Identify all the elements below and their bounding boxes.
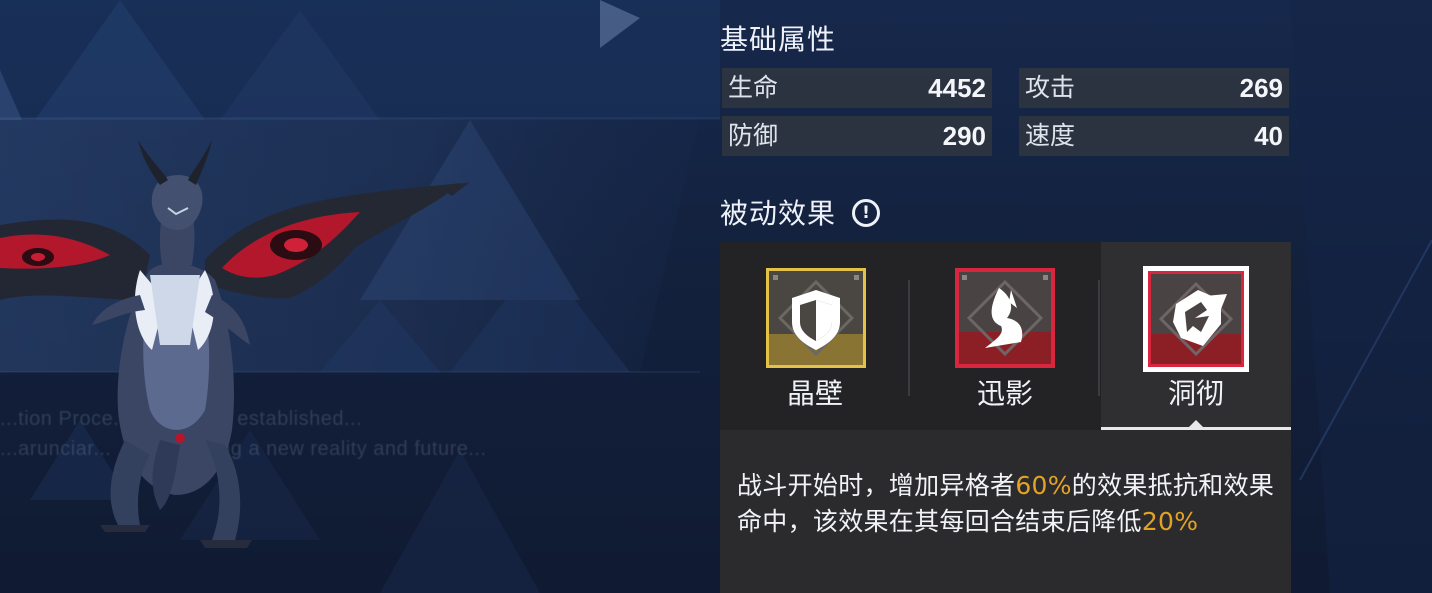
skill-label: 洞彻: [1167, 377, 1224, 410]
skill-tab-crystal-wall[interactable]: 晶壁: [720, 242, 910, 430]
right-wing: [205, 183, 462, 299]
skill-description-panel: 战斗开始时，增加异格者60%的效果抵抗和效果命中，该效果在其每回合结束后降低20…: [720, 430, 1291, 593]
shield-icon: [766, 268, 866, 368]
skill-label: 迅影: [976, 377, 1033, 410]
highlight-value: 60%: [1015, 471, 1072, 500]
skill-tab-swift-shadow[interactable]: 迅影: [910, 242, 1100, 430]
highlight-value: 20%: [1141, 507, 1199, 536]
skill-tab-insight[interactable]: 洞彻: [1101, 242, 1291, 430]
character-artwork: [0, 140, 470, 548]
stat-hp: 生命 4452: [722, 68, 992, 108]
insight-icon: [1143, 266, 1249, 372]
dash-icon: [955, 268, 1055, 368]
tab-divider: [1098, 280, 1100, 396]
stat-label: 速度: [1025, 121, 1076, 150]
skill-description: 战斗开始时，增加异格者60%的效果抵抗和效果命中，该效果在其每回合结束后降低20…: [737, 468, 1285, 540]
base-attributes-title: 基础属性: [720, 23, 837, 56]
character-detail-screen: ...tion Proce... ...ola' was established…: [0, 0, 1432, 593]
passive-effects-title: 被动效果: [720, 197, 837, 230]
stat-value: 4452: [928, 73, 986, 103]
stat-value: 290: [942, 121, 986, 151]
stat-attack: 攻击 269: [1019, 68, 1289, 108]
stat-speed: 速度 40: [1019, 116, 1289, 156]
stat-label: 攻击: [1025, 73, 1076, 102]
stat-defense: 防御 290: [722, 116, 992, 156]
info-icon[interactable]: !: [852, 199, 880, 227]
stat-value: 269: [1239, 73, 1283, 103]
description-text: 战斗开始时，增加异格者: [737, 471, 1016, 500]
skill-label: 晶壁: [786, 377, 843, 410]
stat-label: 生命: [728, 73, 779, 102]
stat-label: 防御: [728, 121, 779, 150]
passive-skill-tabs: 晶壁 迅影 洞彻: [720, 242, 1291, 430]
stat-value: 40: [1254, 121, 1283, 151]
active-tab-pointer: [1189, 420, 1203, 427]
